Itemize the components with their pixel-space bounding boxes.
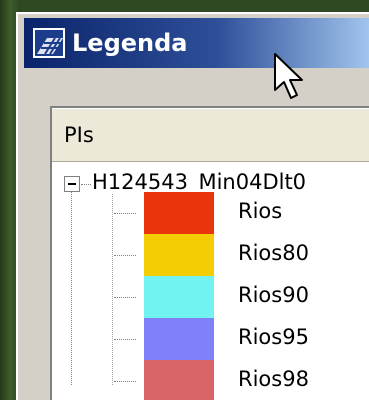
tree-connector (81, 184, 91, 185)
legend-item[interactable]: Rios98 (52, 360, 369, 400)
tree-connector (114, 339, 136, 340)
color-swatch (144, 318, 214, 360)
column-header-label: PIs (64, 123, 94, 147)
tree-connector (114, 381, 136, 382)
legend-item-label: Rios (238, 199, 283, 223)
tree-root-node[interactable]: H124543_Min04Dlt0 (92, 170, 306, 194)
legend-item[interactable]: Rios80 (52, 234, 369, 276)
color-swatch (144, 276, 214, 318)
tree-connector (114, 297, 136, 298)
color-swatch (144, 192, 214, 234)
window-client-area: PIs H124543_Min04Dlt0 Rios Rios80 Rios90… (24, 72, 369, 400)
title-bar[interactable]: Legenda (24, 18, 369, 68)
tree-connector (114, 255, 136, 256)
legend-item-label: Rios95 (238, 325, 309, 349)
legend-item[interactable]: Rios (52, 192, 369, 234)
window-title: Legenda (72, 29, 188, 57)
legend-window: Legenda PIs H124543_Min04Dlt0 Rios Rios8… (16, 12, 369, 400)
color-swatch (144, 234, 214, 276)
legend-item[interactable]: Rios90 (52, 276, 369, 318)
tree-connector (114, 213, 136, 214)
legend-item-label: Rios90 (238, 283, 309, 307)
map-layer-icon (32, 27, 66, 59)
column-header[interactable]: PIs (52, 108, 369, 162)
legend-item-label: Rios98 (238, 367, 309, 391)
legend-item-label: Rios80 (238, 241, 309, 265)
color-swatch (144, 360, 214, 400)
mouse-pointer-icon (274, 53, 303, 99)
legend-tree: H124543_Min04Dlt0 Rios Rios80 Rios90 Rio… (52, 164, 369, 400)
legend-tree-panel: PIs H124543_Min04Dlt0 Rios Rios80 Rios90… (50, 106, 369, 400)
legend-item[interactable]: Rios95 (52, 318, 369, 360)
collapse-toggle-icon[interactable] (64, 176, 80, 192)
